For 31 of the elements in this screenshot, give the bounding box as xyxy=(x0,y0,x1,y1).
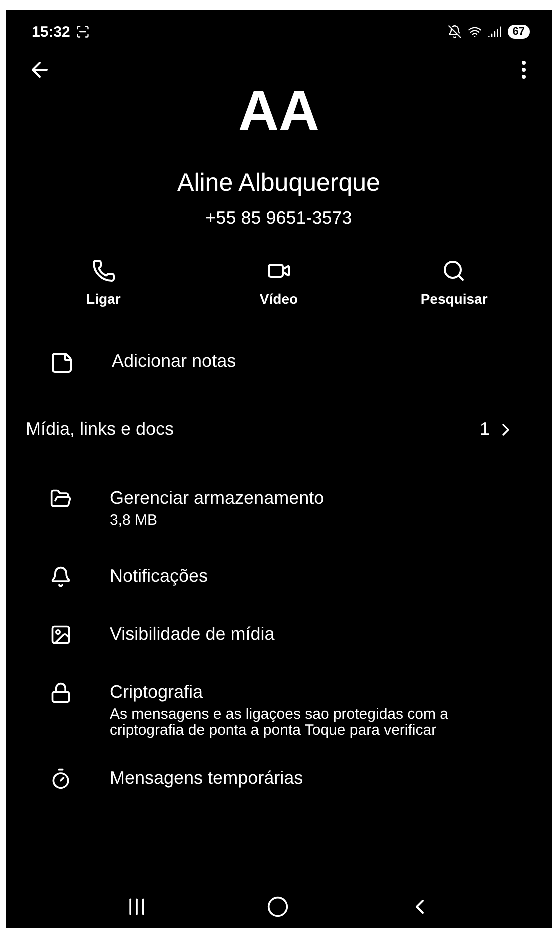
signal-icon xyxy=(488,25,502,39)
setting-subtitle: As mensagens e as ligaçoes sao protegidas com a criptografia de ponta a ponta Toque para verificar xyxy=(110,706,450,740)
call-action-button[interactable]: Ligar xyxy=(86,259,121,307)
mute-icon xyxy=(448,25,462,39)
search-action-button[interactable]: Pesquisar xyxy=(420,259,488,307)
add-notes-label[interactable]: Adicionar notas xyxy=(112,351,236,372)
media-label[interactable]: Mídia, links e docs xyxy=(26,419,174,440)
bell-icon xyxy=(50,566,72,588)
setting-title[interactable]: Criptografia xyxy=(110,682,450,702)
search-icon xyxy=(442,259,466,283)
media-count: 1 xyxy=(480,419,490,440)
setting-subtitle: 3,8 MB xyxy=(110,513,159,530)
contact-initials: AA xyxy=(238,78,320,143)
contact-name: Aline Albuquerque xyxy=(178,169,380,198)
image-icon xyxy=(50,624,72,646)
battery-level: 67 xyxy=(508,25,530,39)
status-time: 15:32 xyxy=(32,24,70,40)
folder-icon xyxy=(50,488,72,510)
lock-icon xyxy=(50,682,72,704)
home-icon[interactable] xyxy=(266,896,289,918)
setting-title[interactable]: Mensagens temporárias xyxy=(110,768,304,788)
phone-icon xyxy=(92,259,116,283)
note-icon xyxy=(50,351,74,375)
video-action-button[interactable]: Vídeo xyxy=(260,259,298,307)
contact-phone: +55 85 9651-3573 xyxy=(206,208,352,229)
setting-title[interactable]: Gerenciar armazenamento xyxy=(110,488,324,509)
setting-title[interactable]: Visibilidade de mídia xyxy=(110,624,275,644)
timer-icon xyxy=(50,768,72,790)
wifi-icon xyxy=(468,25,482,39)
setting-title[interactable]: Notificações xyxy=(110,566,208,586)
screenshot-icon xyxy=(76,25,90,39)
